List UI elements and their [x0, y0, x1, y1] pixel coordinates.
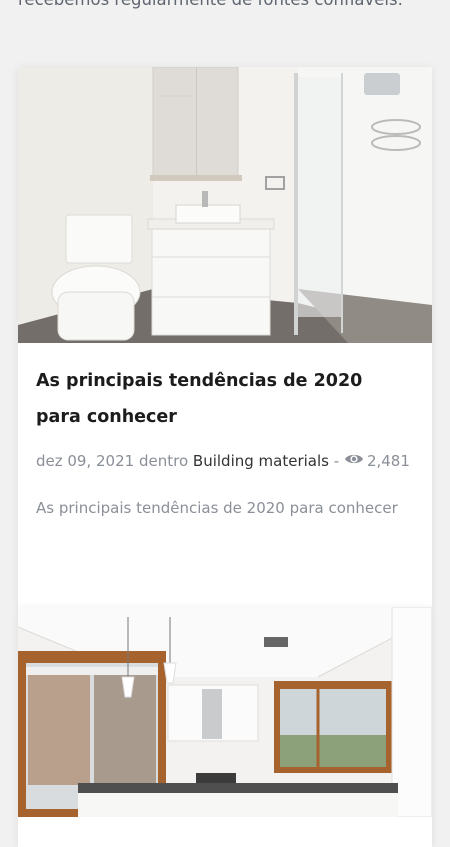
post-view-count: 2,481 — [366, 452, 410, 470]
post-card[interactable] — [18, 607, 432, 847]
post-date: dez 09, 2021 — [36, 452, 135, 470]
post-title[interactable]: As principais tendências de 2020 para co… — [36, 363, 406, 435]
post-excerpt: As principais tendências de 2020 para co… — [36, 499, 398, 517]
intro-text: recebemos regularmente de fontes confiáv… — [18, 0, 438, 12]
post-image-bathroom[interactable] — [18, 67, 432, 343]
post-card[interactable]: As principais tendências de 2020 para co… — [18, 67, 432, 607]
post-category-link[interactable]: Building materials — [193, 452, 329, 470]
post-image-kitchen[interactable] — [18, 607, 432, 817]
post-meta: dez 09, 2021 dentro Building materials -… — [36, 452, 426, 470]
post-in-label: dentro — [138, 452, 189, 470]
post-views: 2,481 — [344, 452, 410, 470]
eye-icon — [344, 452, 364, 470]
meta-separator: - — [333, 452, 340, 470]
